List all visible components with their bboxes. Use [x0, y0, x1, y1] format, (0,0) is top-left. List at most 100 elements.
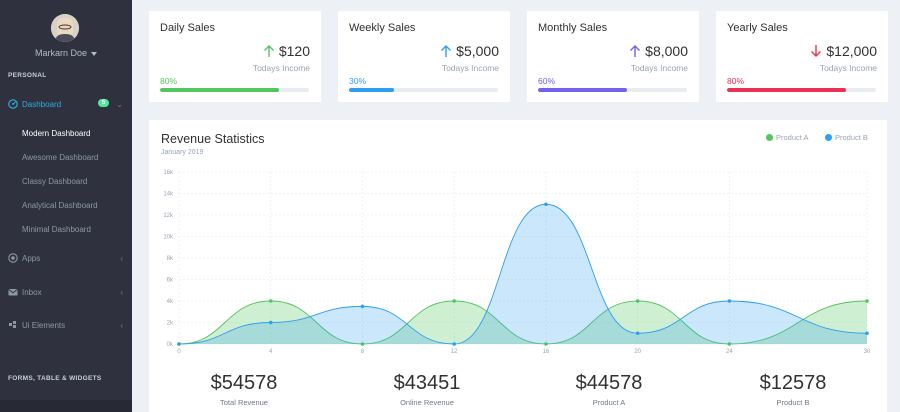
data-point-product-b [452, 342, 457, 346]
sidebar-item-label: Inbox [22, 287, 42, 297]
sidebar-footer [0, 400, 132, 412]
sidebar-item-apps[interactable]: Apps ‹ [0, 248, 132, 268]
y-tick-label: 4k [167, 299, 174, 305]
stat-label: Total Revenue [220, 398, 268, 407]
yearly-sales-card: Yearly Sales $12,000 Todays Income 80% [716, 11, 888, 102]
card-percent: 60% [538, 76, 556, 86]
dashboard-icon [8, 99, 18, 109]
progress-bar [727, 88, 876, 92]
card-amount: $120 [263, 43, 310, 59]
data-point-product-a [635, 299, 640, 303]
sidebar-subitem-awesome-dashboard[interactable]: Awesome Dashboard [22, 153, 98, 162]
revenue-totals: $54578 Total Revenue $43451 Online Reven… [149, 372, 887, 412]
data-point-product-b [544, 202, 548, 207]
data-point-product-a [268, 299, 273, 303]
product-b-stat: $12578 Product B [723, 372, 863, 407]
progress-bar [160, 88, 309, 92]
avatar[interactable] [51, 14, 79, 42]
x-tick-label: 16 [543, 349, 550, 355]
card-title: Yearly Sales [727, 22, 788, 34]
y-tick-label: 14k [163, 192, 174, 198]
card-subtitle: Todays Income [441, 63, 499, 73]
section-label-forms: FORMS, TABLE & WIDGETS [8, 375, 102, 382]
card-amount-value: $5,000 [456, 43, 499, 59]
y-tick-label: 6k [167, 278, 174, 284]
arrow-down-icon [811, 45, 822, 57]
card-amount-value: $8,000 [645, 43, 688, 59]
user-name: Markarn Doe [34, 48, 88, 58]
data-point-product-a [865, 299, 869, 303]
inbox-icon [8, 289, 18, 296]
arrow-up-icon [630, 45, 641, 57]
card-percent: 80% [727, 76, 745, 86]
progress-bar [538, 88, 687, 92]
sidebar-subitem-analytical-dashboard[interactable]: Analytical Dashboard [22, 201, 98, 210]
data-point-product-b [360, 304, 365, 309]
data-point-product-b [268, 320, 273, 325]
total-revenue-stat: $54578 Total Revenue [174, 372, 314, 407]
data-point-product-b [727, 299, 732, 303]
online-revenue-stat: $43451 Online Revenue [357, 372, 497, 407]
data-point-product-b [865, 331, 869, 336]
y-tick-label: 10k [163, 235, 174, 241]
chevron-down-icon: ⌄ [116, 99, 123, 109]
sidebar: Markarn Doe PERSONAL Dashboard 5 ⌄ Moder… [0, 0, 132, 412]
data-point-product-b [635, 331, 640, 336]
sidebar-item-dashboard[interactable]: Dashboard 5 ⌄ [0, 94, 132, 114]
progress-bar-fill [727, 88, 847, 92]
card-amount-value: $120 [278, 43, 310, 59]
daily-sales-card: Daily Sales $120 Todays Income 80% [149, 11, 321, 102]
user-menu[interactable]: Markarn Doe [0, 48, 132, 58]
stat-label: Product B [776, 398, 810, 407]
chevron-left-icon: ‹ [120, 253, 123, 263]
sidebar-item-inbox[interactable]: Inbox ‹ [0, 282, 132, 302]
x-tick-label: 24 [726, 349, 733, 355]
sidebar-subitem-minimal-dashboard[interactable]: Minimal Dashboard [22, 225, 91, 234]
product-a-stat: $44578 Product A [539, 372, 679, 407]
card-amount: $8,000 [629, 43, 688, 59]
x-tick-label: 30 [864, 349, 871, 355]
sidebar-item-label: Ui Elements [22, 320, 66, 330]
stat-label: Online Revenue [400, 398, 454, 407]
progress-bar-fill [538, 88, 628, 92]
stat-amount: $44578 [575, 372, 643, 394]
card-title: Daily Sales [160, 22, 216, 34]
card-subtitle: Todays Income [252, 63, 310, 73]
chevron-left-icon: ‹ [120, 287, 123, 297]
sidebar-item-label: Apps [22, 253, 41, 263]
progress-bar-fill [349, 88, 394, 92]
card-amount: $12,000 [810, 43, 877, 59]
apps-icon [8, 253, 18, 263]
x-tick-label: 8 [361, 349, 365, 355]
card-amount-value: $12,000 [826, 43, 877, 59]
y-tick-label: 0k [167, 342, 174, 348]
caret-down-icon [91, 51, 98, 56]
card-percent: 80% [160, 76, 178, 86]
sidebar-item-label: Dashboard [22, 99, 62, 109]
progress-bar [349, 88, 498, 92]
monthly-sales-card: Monthly Sales $8,000 Todays Income 60% [527, 11, 699, 102]
sidebar-subitem-modern-dashboard[interactable]: Modern Dashboard [22, 129, 90, 138]
stat-amount: $54578 [210, 372, 278, 394]
x-tick-label: 20 [634, 349, 641, 355]
y-tick-label: 8k [167, 256, 174, 262]
notification-badge: 5 [98, 99, 110, 107]
sidebar-subitem-classy-dashboard[interactable]: Classy Dashboard [22, 177, 87, 186]
x-tick-label: 12 [451, 349, 458, 355]
card-amount: $5,000 [440, 43, 499, 59]
card-percent: 30% [349, 76, 367, 86]
sidebar-item-ui-elements[interactable]: Ui Elements ‹ [0, 315, 132, 335]
card-title: Monthly Sales [538, 22, 608, 34]
x-tick-label: 0 [177, 349, 181, 355]
section-label-personal: PERSONAL [8, 72, 47, 79]
data-point-product-a [452, 299, 457, 303]
card-title: Weekly Sales [349, 22, 416, 34]
card-subtitle: Todays Income [819, 63, 877, 73]
chevron-left-icon: ‹ [120, 320, 123, 330]
ui-elements-icon [9, 321, 16, 328]
arrow-up-icon [441, 45, 452, 57]
revenue-chart: 0k 2k 4k 6k 8k 10k 12k 14k 16k 0 4 8 12 16 20 24 30 [163, 170, 871, 355]
arrow-up-icon [263, 45, 274, 57]
revenue-statistics-panel: Revenue Statistics January 2019 Product … [149, 120, 887, 412]
y-tick-label: 2k [167, 321, 174, 327]
